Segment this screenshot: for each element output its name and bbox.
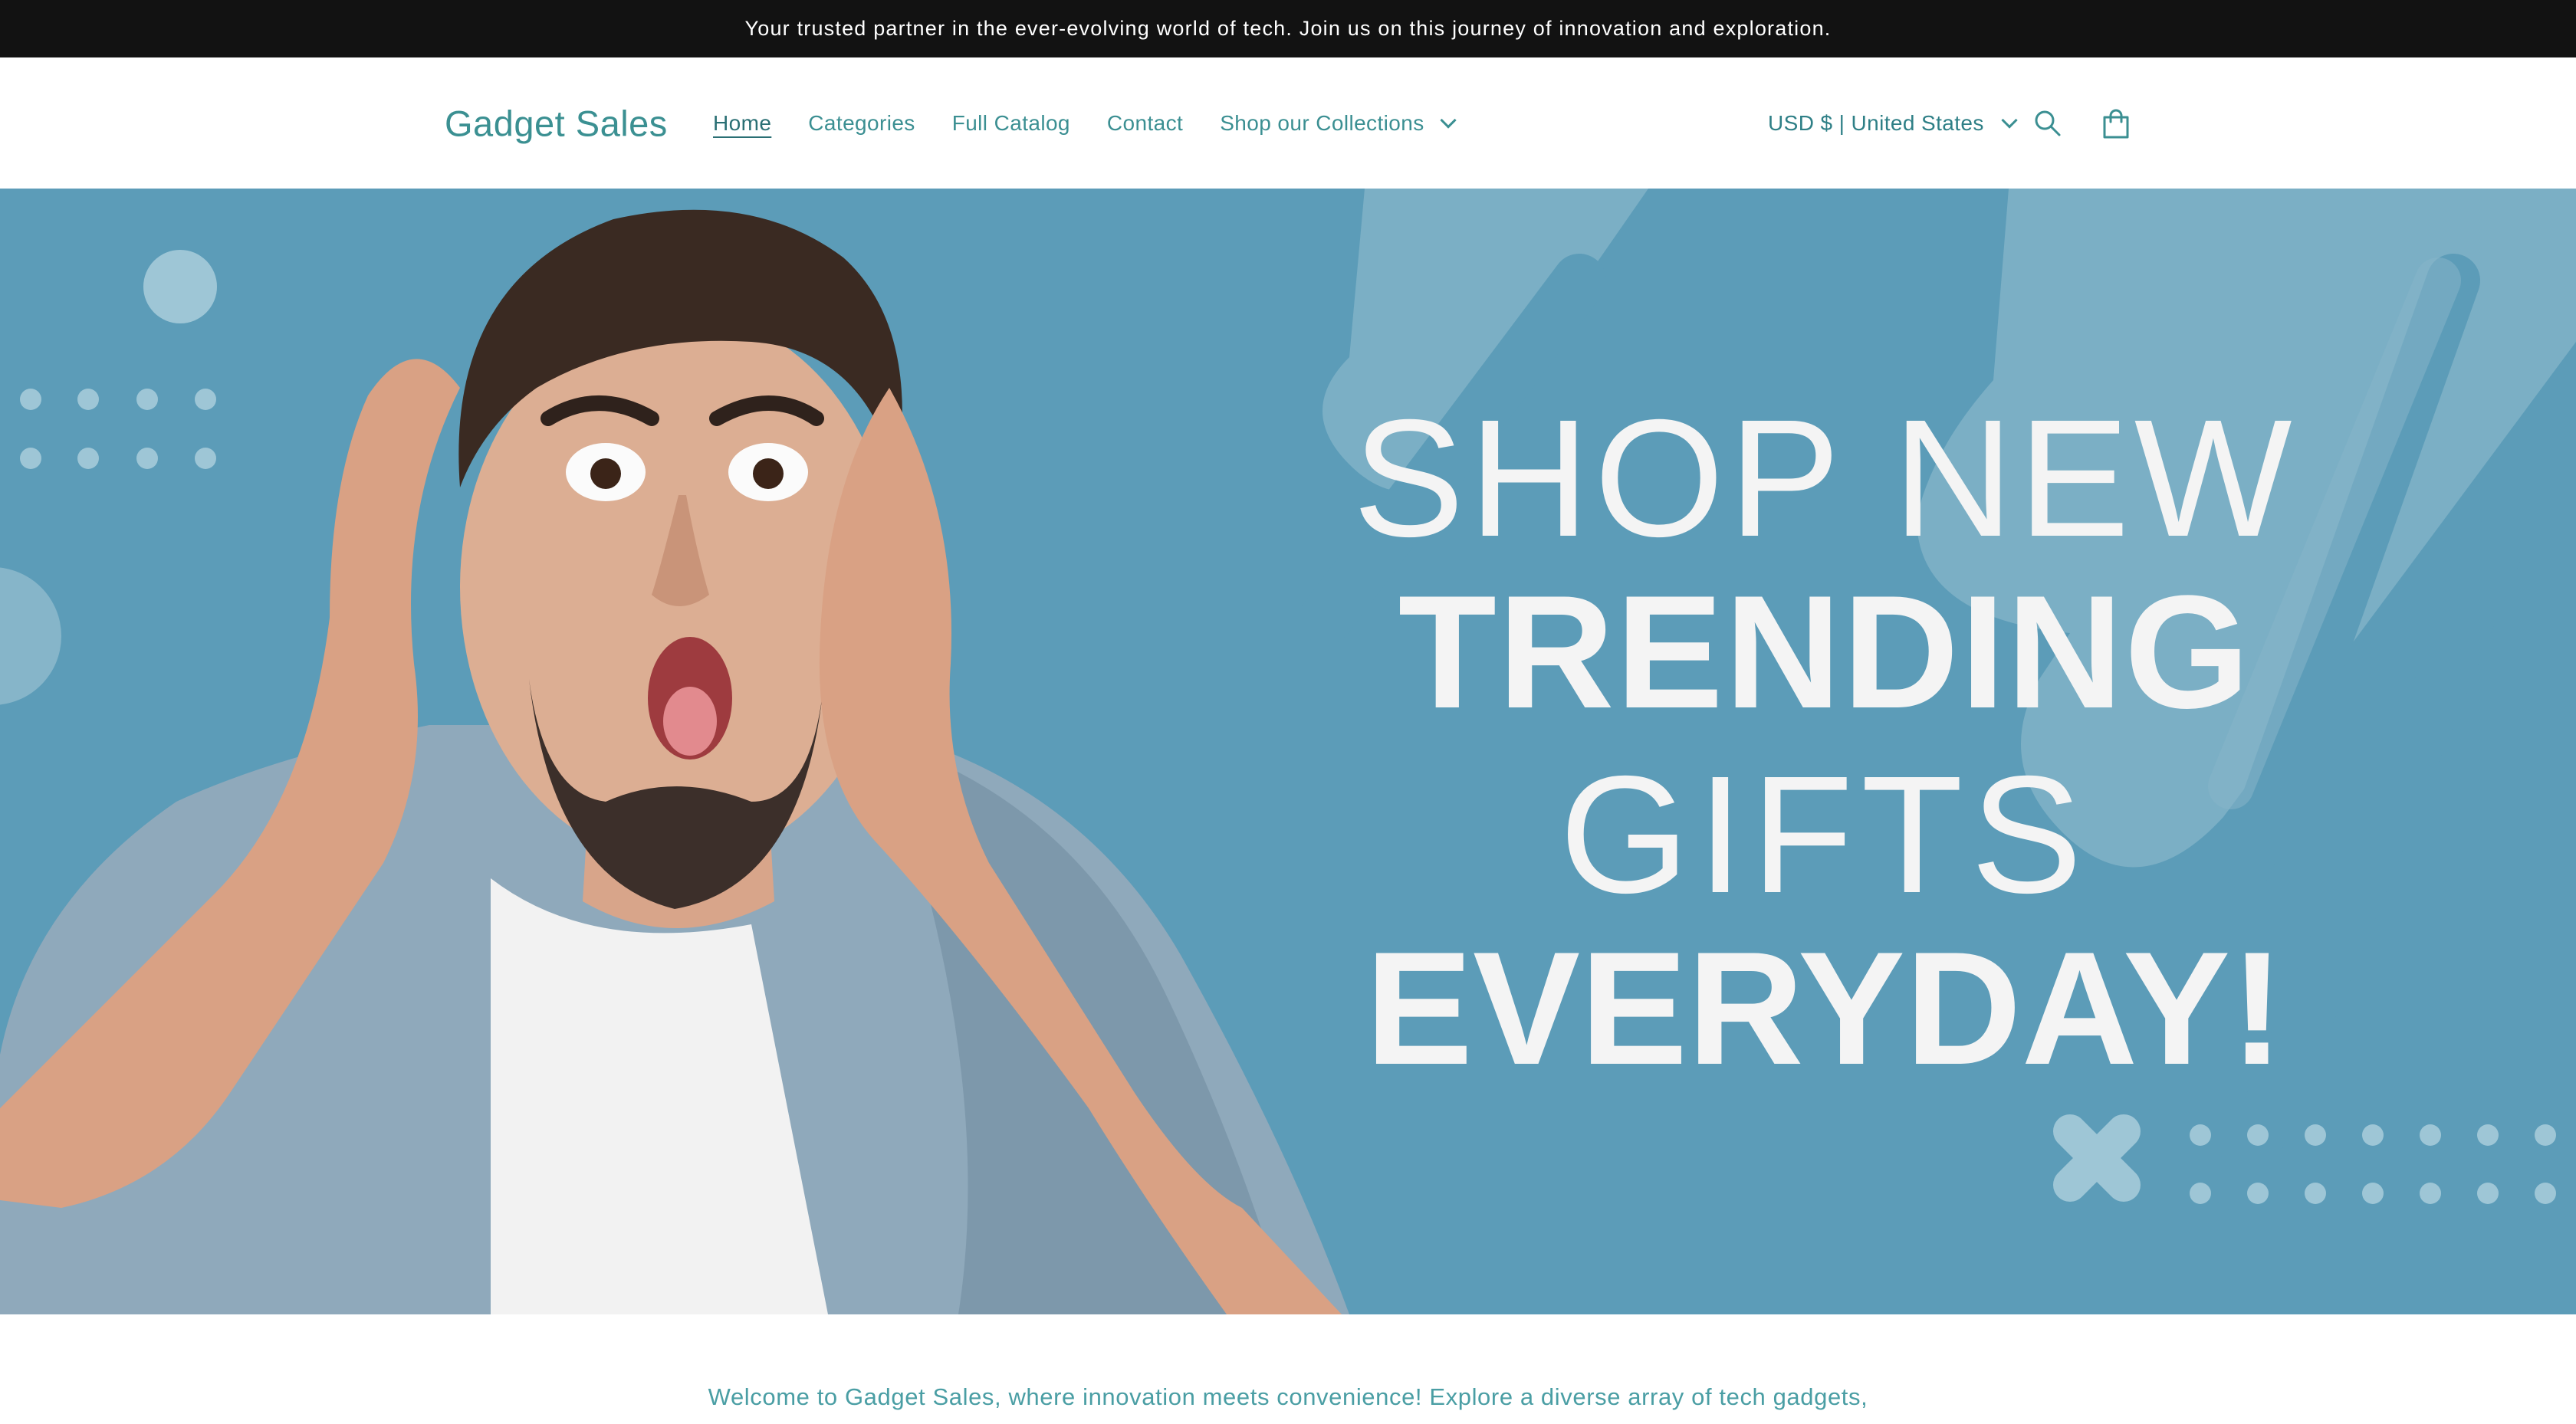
announcement-text: Your trusted partner in the ever-evolvin… <box>744 17 1832 40</box>
currency-label: USD $ | United States <box>1768 110 1984 135</box>
intro-text: Welcome to Gadget Sales, where innovatio… <box>708 1383 1868 1410</box>
nav-item-home[interactable]: Home <box>713 111 771 136</box>
cart-button[interactable] <box>2097 104 2135 143</box>
cart-icon <box>2103 109 2129 138</box>
hero-person-image <box>0 209 1349 1314</box>
announcement-bar: Your trusted partner in the ever-evolvin… <box>0 0 2576 57</box>
nav-item-contact[interactable]: Contact <box>1107 111 1183 136</box>
site-logo[interactable]: Gadget Sales <box>445 102 668 144</box>
hero-headline-line3: GIFTS <box>1559 742 2090 928</box>
nav-item-shop-collections-label: Shop our Collections <box>1220 110 1424 135</box>
nav-item-categories[interactable]: Categories <box>808 111 915 136</box>
site-header: Gadget Sales Home Categories Full Catalo… <box>0 57 2576 189</box>
currency-selector[interactable]: USD $ | United States <box>1768 110 2018 136</box>
chevron-down-icon <box>1440 112 1457 129</box>
search-button[interactable] <box>2029 104 2067 143</box>
hero-banner[interactable]: SHOP NEW TRENDING GIFTS EVERYDAY! <box>0 189 2576 1314</box>
hero-headline-line1: SHOP NEW <box>1352 386 2297 572</box>
nav-item-full-catalog[interactable]: Full Catalog <box>952 111 1070 136</box>
hero-headline-line2: TRENDING <box>1398 562 2252 742</box>
intro-section: Welcome to Gadget Sales, where innovatio… <box>0 1314 2576 1424</box>
chevron-down-icon <box>2001 112 2018 129</box>
nav-item-shop-collections[interactable]: Shop our Collections <box>1220 110 1457 136</box>
main-nav: Home Categories Full Catalog Contact Sho… <box>713 110 1457 136</box>
hero-headline-line4: EVERYDAY! <box>1365 918 2285 1098</box>
search-icon <box>2035 110 2061 136</box>
